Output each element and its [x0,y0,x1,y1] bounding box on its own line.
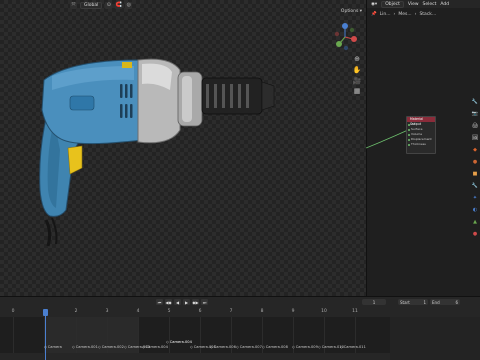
camera-marker[interactable]: Camera.001 [72,345,98,349]
object-tab-icon[interactable]: ■ [472,170,479,177]
breadcrumb-separator-icon: › [393,12,396,17]
play-icon[interactable]: ▶ [183,299,190,305]
tool-tab-icon[interactable]: 🔧 [472,98,479,105]
playback-controls: ⏮ ◀◆ ◀ ▶ ◆▶ ⏭ [156,299,208,305]
pan-hand-icon[interactable]: ✋ [352,65,362,75]
object-data-tab-icon[interactable]: ▲ [472,218,479,225]
camera-view-icon[interactable]: 🎥 [352,76,362,86]
gizmo-z-axis[interactable] [342,23,348,29]
node-socket-thickness[interactable]: Thickness [407,142,435,147]
perspective-grid-icon[interactable]: ▦ [352,86,362,96]
next-keyframe-icon[interactable]: ◆▶ [192,299,199,305]
tick-label: 0 [11,309,15,314]
properties-tab-bar: 🔧 📷 🖨 🖼 ◆ ● ■ 🔧 ✦ ◐ ▲ ● [470,98,480,237]
play-reverse-icon[interactable]: ◀ [174,299,181,305]
current-frame-value: 1 [372,299,376,305]
gizmo-x-axis[interactable] [351,36,357,42]
pin-icon[interactable]: 📌 [371,12,377,17]
prev-keyframe-icon[interactable]: ◀◆ [165,299,172,305]
object-dropdown-label: Object [385,1,400,7]
tick-label: 7 [229,309,233,314]
tick-label: 10 [321,309,327,314]
timeline-markers: Camera Camera.001 Camera.002 Camera.003 … [0,340,480,353]
tick-label: 6 [198,309,202,314]
particles-tab-icon[interactable]: ✦ [472,194,479,201]
pivot-icon[interactable]: ⊙ [105,1,113,9]
start-frame-field[interactable]: Start 1 [398,299,428,305]
node-editor-header: ◉▾ Object View Select Add [367,0,480,8]
gizmo-neg-x-axis[interactable] [334,31,340,37]
camera-marker[interactable]: Camera.002 [98,345,124,349]
camera-marker[interactable]: Camera.007 [236,345,262,349]
timeline-controls: ⏮ ◀◆ ◀ ▶ ◆▶ ⏭ 1 Start 1 End 6 [0,297,480,307]
options-label: Options [340,9,359,14]
start-frame-label: Start [400,299,410,305]
camera-marker[interactable]: Camera.006 [210,345,236,349]
menu-select[interactable]: Select [423,2,437,7]
camera-marker[interactable]: Camera [44,345,62,349]
breadcrumb-separator-icon: › [414,12,417,17]
world-tab-icon[interactable]: ● [472,158,479,165]
object-dropdown[interactable]: Object [381,0,404,8]
navigation-gizmo[interactable] [330,22,360,52]
tick-label: 9 [291,309,295,314]
timeline-editor[interactable]: ⏮ ◀◆ ◀ ▶ ◆▶ ⏭ 1 Start 1 End 6 0 1 2 3 4 … [0,296,480,360]
material-output-node[interactable]: Material Output All Surface Volume Displ… [406,116,436,154]
tick-label: 3 [105,309,109,314]
editor-type-icon[interactable]: ◉▾ [371,2,377,7]
transform-orientation-icon[interactable]: ⤧ [70,1,77,9]
gizmo-neg-z-axis[interactable] [343,45,349,51]
breadcrumb-item-2[interactable]: Mes... [398,12,411,17]
snap-icon[interactable]: 🧲 [115,1,123,9]
transform-orientation-label: Global [84,2,99,8]
playhead-line [45,316,46,360]
node-link [366,129,409,149]
render-tab-icon[interactable]: 📷 [472,110,479,117]
jump-start-icon[interactable]: ⏮ [156,299,163,305]
physics-tab-icon[interactable]: ◐ [472,206,479,213]
modifier-tab-icon[interactable]: 🔧 [472,182,479,189]
options-button[interactable]: Options ▾ [341,9,362,14]
tick-label: 2 [74,309,78,314]
current-frame-field[interactable]: 1 [362,299,386,305]
proportional-edit-icon[interactable]: ◎ [125,1,133,9]
scene-tab-icon[interactable]: ◆ [472,146,479,153]
camera-marker[interactable]: Camera.011 [340,345,366,349]
start-frame-value: 1 [423,299,426,305]
output-tab-icon[interactable]: 🖨 [472,122,479,129]
tick-label: 8 [260,309,264,314]
zoom-icon[interactable]: ⊕ [352,54,362,64]
view-layer-tab-icon[interactable]: 🖼 [472,134,479,141]
frame-ruler[interactable]: 0 1 2 3 4 5 6 7 8 9 10 11 [0,309,480,317]
end-frame-label: End [432,299,440,305]
jump-end-icon[interactable]: ⏭ [201,299,208,305]
menu-add[interactable]: Add [440,2,449,7]
end-frame-value: 6 [455,299,458,305]
tick-label: 11 [352,309,358,314]
3d-viewport[interactable]: ⤧ Global ⊙ 🧲 ◎ Options ▾ ⊕ ✋ 🎥 ▦ [0,0,366,296]
drill-model[interactable] [30,50,280,250]
menu-view[interactable]: View [408,2,419,7]
tick-label: 5 [167,309,171,314]
camera-marker-active[interactable]: Camera.004 [166,340,192,344]
gizmo-neg-y-axis[interactable] [349,27,355,33]
viewport-header: ⤧ Global ⊙ 🧲 ◎ [0,0,366,10]
camera-marker[interactable]: Camera.004 [142,345,168,349]
tick-label: 4 [136,309,140,314]
breadcrumb: 📌 Lin... › Mes... › Stack... [371,10,477,19]
camera-marker[interactable]: Camera.008 [262,345,288,349]
timeline-side-area [390,317,480,360]
material-tab-icon[interactable]: ● [472,230,479,237]
breadcrumb-item-3[interactable]: Stack... [419,12,436,17]
breadcrumb-item-1[interactable]: Lin... [380,12,391,17]
gizmo-y-axis[interactable] [336,41,342,47]
transform-orientation-dropdown[interactable]: Global [80,1,103,9]
end-frame-field[interactable]: End 6 [430,299,460,305]
camera-marker[interactable]: Camera.009 [292,345,318,349]
playhead-handle[interactable] [43,309,48,316]
